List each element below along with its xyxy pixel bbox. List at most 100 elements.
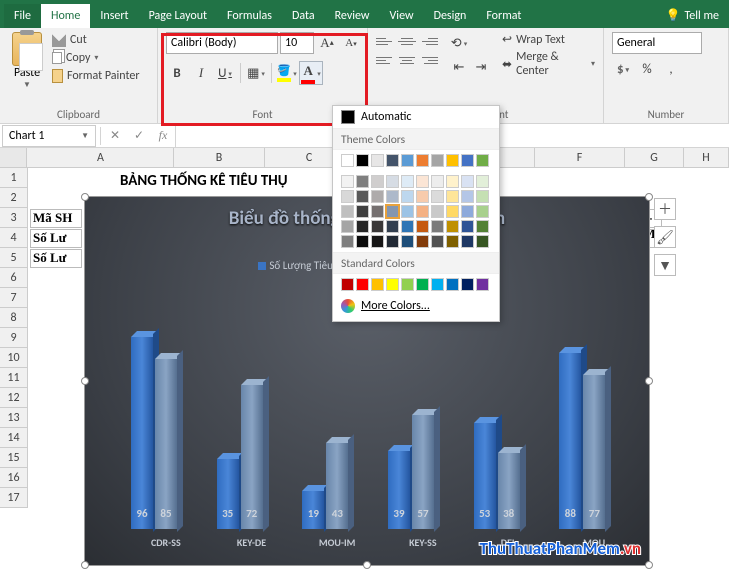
color-swatch[interactable]	[431, 278, 444, 291]
chart-plus-button[interactable]: ＋	[654, 198, 676, 220]
font-color-button[interactable]: A	[300, 62, 322, 84]
bar-series1[interactable]	[131, 337, 153, 529]
color-swatch[interactable]	[461, 205, 474, 218]
automatic-color-button[interactable]: Automatic	[333, 106, 499, 128]
color-swatch[interactable]	[356, 220, 369, 233]
color-swatch[interactable]	[431, 205, 444, 218]
tab-format[interactable]: Format	[476, 4, 531, 28]
color-swatch[interactable]	[461, 190, 474, 203]
color-swatch[interactable]	[416, 220, 429, 233]
row-header[interactable]: 8	[0, 308, 28, 328]
cell-a5[interactable]: Số Lư	[30, 249, 82, 268]
color-swatch[interactable]	[341, 278, 354, 291]
color-swatch[interactable]	[401, 190, 414, 203]
color-swatch[interactable]	[446, 220, 459, 233]
color-swatch[interactable]	[446, 278, 459, 291]
comma-button[interactable]: ,	[660, 58, 682, 80]
color-swatch[interactable]	[476, 205, 489, 218]
color-swatch[interactable]	[476, 278, 489, 291]
cancel-fx-button[interactable]: ✕	[103, 128, 127, 143]
color-swatch[interactable]	[446, 154, 459, 167]
color-swatch[interactable]	[371, 175, 384, 188]
color-swatch[interactable]	[461, 220, 474, 233]
color-swatch[interactable]	[416, 154, 429, 167]
color-swatch[interactable]	[356, 278, 369, 291]
increase-indent-button[interactable]: ⇥	[470, 56, 492, 78]
color-swatch[interactable]	[341, 220, 354, 233]
wrap-text-button[interactable]: ↩Wrap Text	[502, 32, 595, 47]
color-swatch[interactable]	[386, 175, 399, 188]
color-swatch[interactable]	[446, 175, 459, 188]
currency-button[interactable]: $	[612, 58, 634, 80]
italic-button[interactable]: I	[190, 62, 212, 84]
decrease-font-button[interactable]: A▾	[340, 32, 362, 54]
row-header[interactable]: 7	[0, 288, 28, 308]
color-swatch[interactable]	[371, 154, 384, 167]
chart-style-button[interactable]: 🖌	[654, 226, 676, 248]
orientation-button[interactable]: ⟲	[448, 32, 470, 54]
color-swatch[interactable]	[476, 154, 489, 167]
cell-a3[interactable]: Mã SH	[30, 209, 82, 228]
color-swatch[interactable]	[461, 235, 474, 248]
color-swatch[interactable]	[371, 235, 384, 248]
bar-series2[interactable]	[583, 375, 605, 529]
row-header[interactable]: 13	[0, 408, 28, 428]
fill-color-button[interactable]: 🪣	[276, 62, 298, 84]
font-name-combo[interactable]	[166, 32, 278, 54]
row-header[interactable]: 17	[0, 488, 28, 508]
bar-series1[interactable]	[559, 353, 581, 529]
tab-view[interactable]: View	[380, 4, 424, 28]
format-painter-button[interactable]: Format Painter	[50, 68, 142, 84]
chart-filter-button[interactable]: ▼	[654, 254, 676, 276]
color-swatch[interactable]	[476, 235, 489, 248]
row-header[interactable]: 12	[0, 388, 28, 408]
color-swatch[interactable]	[386, 190, 399, 203]
color-swatch[interactable]	[401, 154, 414, 167]
color-swatch[interactable]	[431, 154, 444, 167]
row-header[interactable]: 6	[0, 268, 28, 288]
bold-button[interactable]: B	[166, 62, 188, 84]
color-swatch[interactable]	[401, 235, 414, 248]
row-header[interactable]: 10	[0, 348, 28, 368]
color-swatch[interactable]	[356, 154, 369, 167]
color-swatch[interactable]	[476, 220, 489, 233]
color-swatch[interactable]	[416, 278, 429, 291]
color-swatch[interactable]	[371, 205, 384, 218]
color-swatch[interactable]	[416, 175, 429, 188]
color-swatch[interactable]	[401, 175, 414, 188]
row-header[interactable]: 3	[0, 208, 28, 228]
color-swatch[interactable]	[446, 190, 459, 203]
color-swatch[interactable]	[461, 278, 474, 291]
color-swatch[interactable]	[476, 190, 489, 203]
tab-home[interactable]: Home	[41, 4, 90, 28]
color-swatch[interactable]	[476, 175, 489, 188]
row-header[interactable]: 1	[0, 168, 28, 188]
cell-a4[interactable]: Số Lư	[30, 229, 82, 248]
merge-center-button[interactable]: ⬌Merge & Center ▾	[502, 50, 595, 78]
color-swatch[interactable]	[386, 235, 399, 248]
color-swatch[interactable]	[371, 220, 384, 233]
fx-button[interactable]: fx	[151, 128, 175, 143]
chart-plot-area[interactable]: 9685CDR-SS3572KEY-DE1943MOU-IM3957KEY-SS…	[115, 302, 629, 529]
color-swatch[interactable]	[356, 190, 369, 203]
color-swatch[interactable]	[431, 220, 444, 233]
color-swatch[interactable]	[461, 175, 474, 188]
row-header[interactable]: 11	[0, 368, 28, 388]
row-header[interactable]: 2	[0, 188, 28, 208]
tab-review[interactable]: Review	[325, 4, 380, 28]
row-header[interactable]: 14	[0, 428, 28, 448]
color-swatch[interactable]	[386, 205, 399, 218]
color-swatch[interactable]	[401, 220, 414, 233]
color-swatch[interactable]	[356, 175, 369, 188]
color-swatch[interactable]	[386, 220, 399, 233]
color-swatch[interactable]	[341, 154, 354, 167]
color-swatch[interactable]	[416, 235, 429, 248]
paste-button[interactable]: Paste ▼	[8, 32, 46, 90]
row-header[interactable]: 5	[0, 248, 28, 268]
color-swatch[interactable]	[431, 190, 444, 203]
tab-file[interactable]: File	[4, 4, 41, 28]
tab-tell-me[interactable]: 💡Tell me	[656, 3, 729, 28]
color-swatch[interactable]	[386, 154, 399, 167]
color-swatch[interactable]	[416, 205, 429, 218]
row-header[interactable]: 15	[0, 448, 28, 468]
